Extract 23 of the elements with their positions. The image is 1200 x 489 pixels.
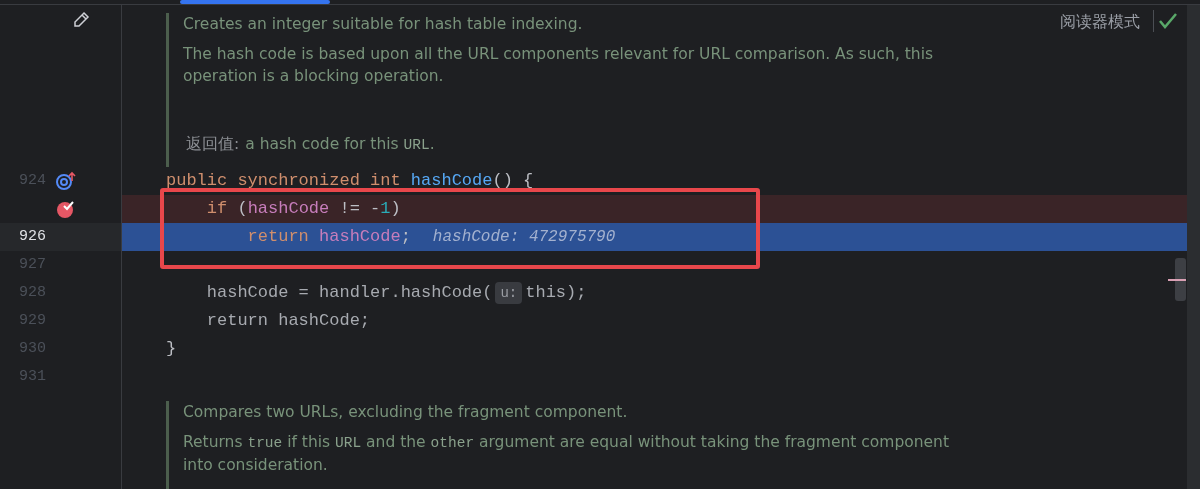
breakpoint-icon[interactable]: [56, 199, 76, 219]
inline-value-hint: hashCode: 472975790: [432, 227, 616, 248]
code-text: if (hashCode != -1): [205, 198, 401, 221]
check-icon[interactable]: [1158, 12, 1178, 30]
code-text: this);: [525, 282, 587, 305]
code-text: }: [166, 338, 177, 361]
doc-paragraph: Returns true if this URL and the other argument are equal without taking the fragment component into consideration.: [183, 432, 950, 476]
line-number: 926: [18, 227, 46, 247]
code-text: public synchronized int hashCode() {: [166, 170, 534, 193]
parameter-hint: u:: [495, 282, 523, 304]
reader-mode-label[interactable]: 阅读器模式: [1060, 10, 1140, 34]
doc-paragraph: Creates an integer suitable for hash table indexing.: [183, 14, 584, 35]
error-stripe-mark: [1168, 279, 1186, 281]
return-label: 返回值:: [186, 134, 240, 155]
code-text: return hashCode;: [205, 310, 371, 333]
doc-paragraph: Compares two URLs, excluding the fragment component.: [183, 402, 629, 423]
code-text: return hashCode;: [246, 226, 411, 249]
target-arrow-icon[interactable]: [55, 171, 77, 191]
doc-paragraph: The hash code is based upon all the URL components relevant for URL comparison. As such, this operation is a blocking operation.: [183, 44, 935, 87]
code-text: hashCode = handler.hashCode(: [205, 282, 493, 305]
scroll-thumb[interactable]: [1175, 258, 1186, 301]
return-description: a hash code for this URL.: [245, 134, 435, 155]
pencil-icon[interactable]: [72, 11, 90, 29]
